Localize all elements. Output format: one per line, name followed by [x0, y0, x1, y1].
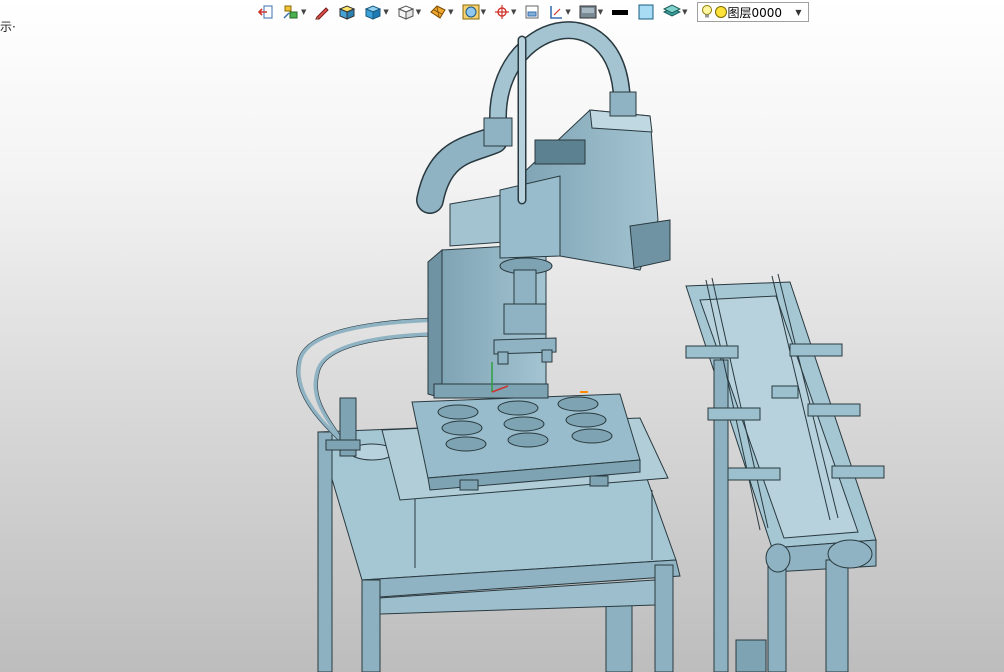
section-view-button[interactable]: [521, 0, 543, 24]
chevron-down-icon: ▼: [415, 8, 422, 16]
lightbulb-icon: [701, 5, 712, 18]
solid-box-icon: [339, 5, 356, 20]
coordinate-system-button[interactable]: ▼: [491, 0, 519, 24]
cube-color-icon: [365, 5, 382, 20]
display-style-button[interactable]: ▼: [576, 0, 606, 24]
chevron-down-icon: ▼: [480, 8, 486, 16]
layer-stack-icon: [663, 4, 682, 17]
layer-select-value: 图层0000: [727, 5, 783, 20]
exit-button[interactable]: [255, 0, 277, 24]
sketch-button[interactable]: [311, 0, 333, 24]
dimension-icon: [550, 6, 563, 19]
render-button[interactable]: ▼: [459, 0, 489, 24]
wireframe-cube-button[interactable]: ▼: [394, 0, 424, 24]
line-color-button[interactable]: [608, 0, 632, 24]
reference-icon: [283, 5, 298, 19]
status-text: 示·: [0, 20, 16, 34]
wireframe-cube-icon: [397, 5, 415, 20]
layer-select[interactable]: 图层0000 ▼: [696, 2, 809, 22]
surface-icon: [430, 5, 446, 19]
solid-box-button[interactable]: [335, 0, 359, 24]
fill-color-button[interactable]: [634, 0, 658, 24]
line-color-icon: [612, 10, 629, 15]
dimension-button[interactable]: ▼: [545, 0, 573, 24]
surface-button[interactable]: ▼: [426, 0, 456, 24]
cube-color-button[interactable]: ▼: [361, 0, 391, 24]
chevron-down-icon: ▼: [448, 8, 454, 16]
render-sphere-icon: [462, 4, 480, 20]
view-toolbar: ▼ ▼ ▼ ▼ ▼ ▼ ▼ ▼ ▼ 图层0000 ▼: [255, 0, 809, 24]
chevron-down-icon: ▼: [565, 8, 571, 16]
chevron-down-icon: ▼: [795, 7, 802, 17]
3d-viewport[interactable]: [0, 0, 1004, 672]
cad-model-scene: [296, 21, 885, 672]
sketch-pen-icon: [315, 7, 330, 20]
chevron-down-icon: ▼: [510, 8, 517, 16]
display-style-icon: [579, 5, 597, 19]
chevron-down-icon: ▼: [597, 8, 604, 16]
reference-button[interactable]: ▼: [279, 0, 309, 24]
chevron-down-icon: ▼: [383, 8, 389, 16]
fill-color-icon: [638, 4, 654, 20]
chevron-down-icon: ▼: [301, 8, 307, 16]
layer-color-dot-icon: [714, 6, 727, 18]
layer-stack-button[interactable]: ▼: [660, 0, 690, 24]
chevron-down-icon: ▼: [682, 8, 688, 16]
coordinate-system-icon: [494, 5, 509, 19]
section-view-icon: [525, 5, 539, 19]
exit-icon: [258, 5, 273, 19]
